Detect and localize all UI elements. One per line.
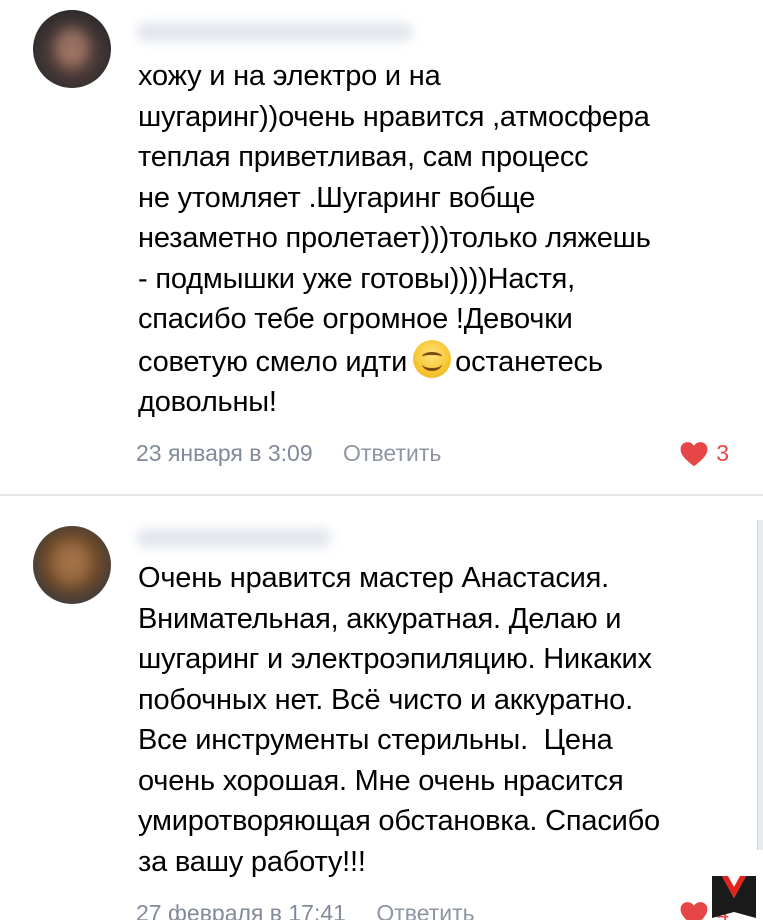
author-name-blurred[interactable] bbox=[136, 22, 414, 42]
comment-date: 23 января в 3:09 bbox=[136, 440, 313, 466]
scrollbar[interactable] bbox=[757, 520, 763, 850]
comment-date: 27 февраля в 17:41 bbox=[136, 900, 346, 920]
comment-text: хожу и на электро и на шугаринг))очень н… bbox=[138, 56, 737, 423]
comment-item: хожу и на электро и на шугаринг))очень н… bbox=[0, 0, 763, 495]
m-logo-icon bbox=[712, 876, 756, 918]
heart-icon bbox=[680, 441, 708, 466]
author-name-blurred[interactable] bbox=[136, 528, 332, 548]
like-button[interactable]: 3 bbox=[680, 440, 729, 467]
reply-button[interactable]: Ответить bbox=[376, 900, 474, 920]
reply-button[interactable]: Ответить bbox=[343, 440, 441, 466]
comment-text-part: хожу и на электро и на шугаринг))очень н… bbox=[138, 60, 651, 378]
comment-meta: 27 февраля в 17:41 Ответить bbox=[136, 900, 475, 920]
comment-text: Очень нравится мастер Анастасия. Внимате… bbox=[138, 562, 660, 878]
comments-feed: хожу и на электро и на шугаринг))очень н… bbox=[0, 0, 763, 920]
smiling-face-emoji-icon bbox=[413, 339, 452, 378]
comment-meta: 23 января в 3:09 Ответить bbox=[136, 440, 441, 467]
avatar[interactable] bbox=[33, 10, 111, 88]
comment-item: Очень нравится мастер Анастасия. Внимате… bbox=[0, 496, 763, 920]
avatar[interactable] bbox=[33, 526, 111, 604]
heart-icon bbox=[680, 901, 708, 920]
like-count: 3 bbox=[716, 440, 729, 466]
